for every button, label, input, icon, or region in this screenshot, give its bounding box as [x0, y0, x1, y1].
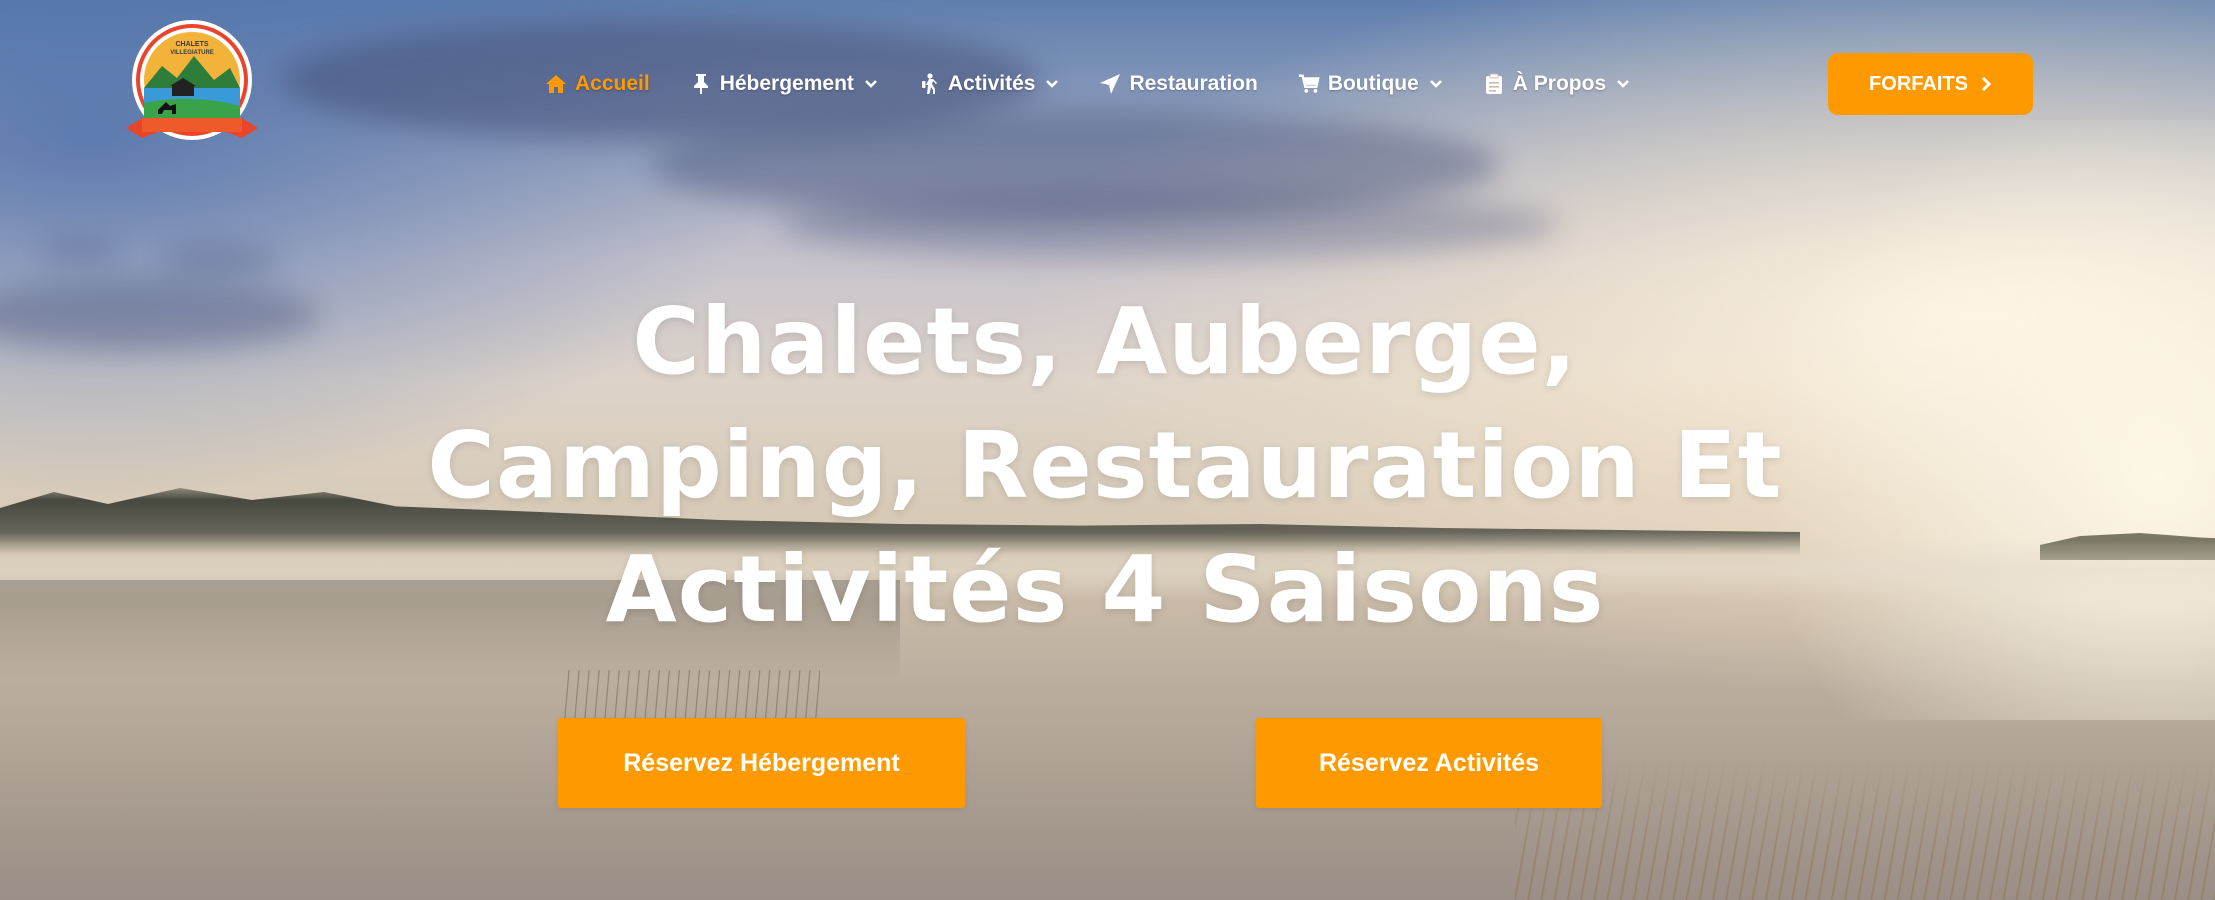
chevron-down-icon — [864, 80, 877, 88]
reserve-hebergement-button[interactable]: Réservez Hébergement — [558, 718, 965, 808]
chevron-down-icon — [1046, 80, 1059, 88]
nav-item-boutique[interactable]: Boutique — [1298, 72, 1443, 96]
headline-line: Activités 4 Saisons — [605, 536, 1605, 643]
chevron-right-icon — [1981, 76, 1992, 92]
cloud — [780, 190, 1560, 260]
pushpin-icon — [690, 73, 712, 95]
reserve-activites-button[interactable]: Réservez Activités — [1256, 718, 1602, 808]
nav-item-label: À Propos — [1512, 72, 1607, 95]
logo-text-mid: VILLEGIATURE — [170, 50, 214, 56]
cart-icon — [1298, 73, 1320, 95]
logo-text-top: CHALETS — [175, 41, 208, 48]
chevron-down-icon — [1429, 80, 1442, 88]
nav-item-a-propos[interactable]: À Propos — [1483, 72, 1630, 96]
nav-item-label: Accueil — [575, 72, 650, 95]
nav-item-label: Hébergement — [719, 72, 854, 95]
nav-item-hebergement[interactable]: Hébergement — [690, 72, 878, 96]
home-icon — [545, 73, 567, 95]
main-nav: Accueil Hébergement Activités Restaurati… — [545, 66, 1670, 102]
logo-emblem-icon: CHALETS VILLEGIATURE — [126, 20, 258, 140]
forfaits-button-label: FORFAITS — [1869, 72, 1968, 95]
nav-item-accueil[interactable]: Accueil — [545, 72, 650, 96]
nav-item-label: Activités — [947, 72, 1036, 95]
nav-item-label: Restauration — [1129, 72, 1258, 95]
location-arrow-icon — [1099, 73, 1121, 95]
site-logo[interactable]: CHALETS VILLEGIATURE — [122, 18, 267, 148]
nav-item-activites[interactable]: Activités — [918, 72, 1060, 96]
cloud — [40, 240, 120, 262]
clipboard-icon — [1483, 73, 1505, 95]
foreground-grass — [1515, 760, 2215, 900]
forfaits-button[interactable]: FORFAITS — [1828, 53, 2033, 115]
nav-item-label: Boutique — [1327, 72, 1419, 95]
hiker-icon — [918, 73, 940, 95]
headline-line: Camping, Restauration Et — [427, 412, 1783, 519]
cloud — [160, 245, 280, 275]
chevron-down-icon — [1617, 80, 1630, 88]
hero-headline: Chalets, Auberge, Camping, Restauration … — [380, 280, 1830, 652]
nav-item-restauration[interactable]: Restauration — [1099, 72, 1258, 96]
headline-line: Chalets, Auberge, — [632, 288, 1578, 395]
